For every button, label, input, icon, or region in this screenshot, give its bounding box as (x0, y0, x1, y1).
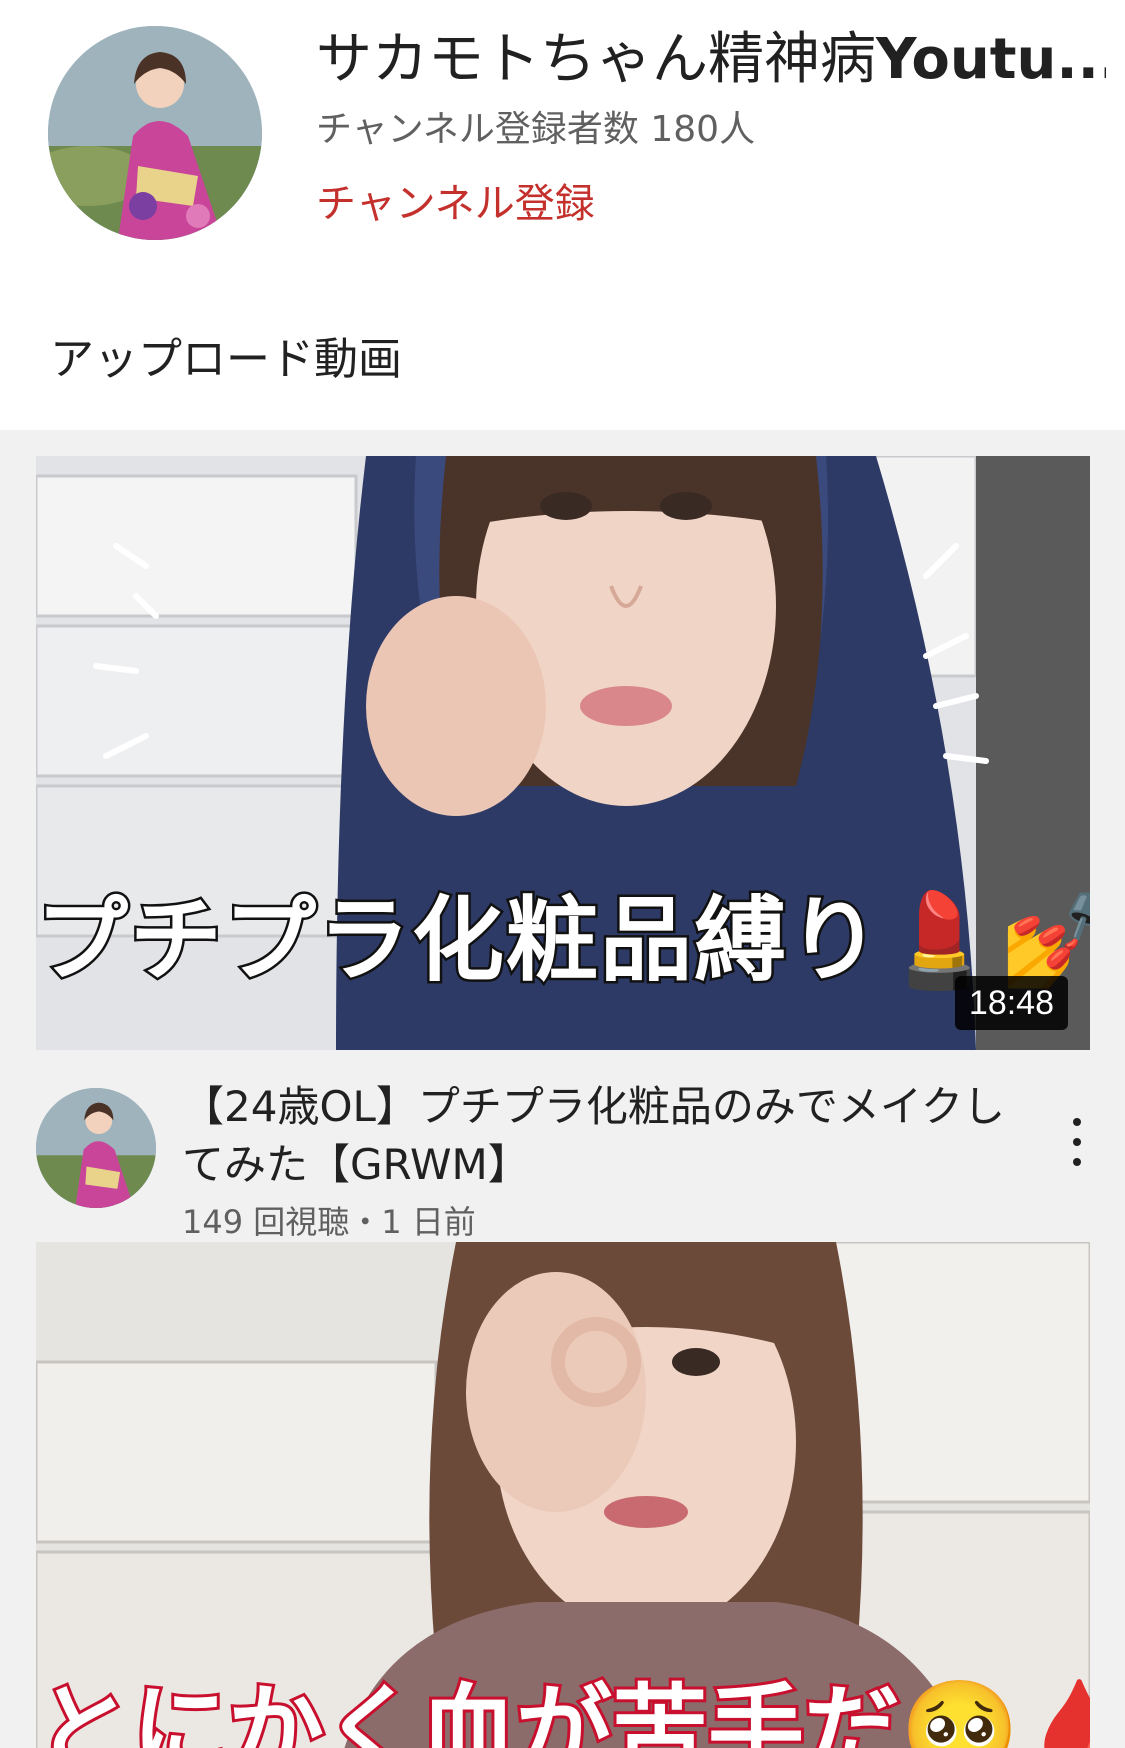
video-thumbnail[interactable]: とにかく血が苦手だ🥺🩸 (36, 1242, 1090, 1748)
video-channel-avatar[interactable] (36, 1088, 156, 1208)
channel-header: サカモトちゃん精神病Youtu... チャンネル登録者数 180人 チャンネル登… (0, 0, 1125, 280)
more-vert-icon[interactable] (1067, 1118, 1087, 1168)
video-thumbnail[interactable]: プチプラ化粧品縛り💄💅 18:48 (36, 456, 1090, 1050)
duration-badge: 18:48 (954, 976, 1068, 1030)
channel-name: サカモトちゃん精神病Youtu... (316, 22, 1106, 98)
video-stats: 149 回視聴・1 日前 (182, 1203, 476, 1241)
channel-avatar[interactable] (48, 26, 262, 240)
more-dot (1073, 1158, 1081, 1166)
thumbnail-caption: とにかく血が苦手だ🥺🩸 (36, 1671, 1090, 1748)
video-list: プチプラ化粧品縛り💄💅 18:48 【24歳OL】プチプラ化粧品のみでメイクして… (0, 430, 1125, 1748)
video-title[interactable]: 【24歳OL】プチプラ化粧品のみでメイクしてみた【GRWM】 (182, 1078, 1022, 1194)
more-dot (1073, 1138, 1081, 1146)
subscribe-button[interactable]: チャンネル登録 (316, 176, 595, 232)
channel-name-prefix: サカモトちゃん精神病 (316, 27, 876, 92)
thumbnail-caption: プチプラ化粧品縛り💄💅 (36, 885, 1090, 997)
more-dot (1073, 1118, 1081, 1126)
uploads-heading: アップロード動画 (50, 334, 402, 385)
video-meta: 【24歳OL】プチプラ化粧品のみでメイクしてみた【GRWM】 149 回視聴・1… (0, 1070, 1125, 1241)
subscriber-count: チャンネル登録者数 180人 (316, 109, 756, 150)
channel-name-suffix: Youtu... (876, 27, 1106, 92)
